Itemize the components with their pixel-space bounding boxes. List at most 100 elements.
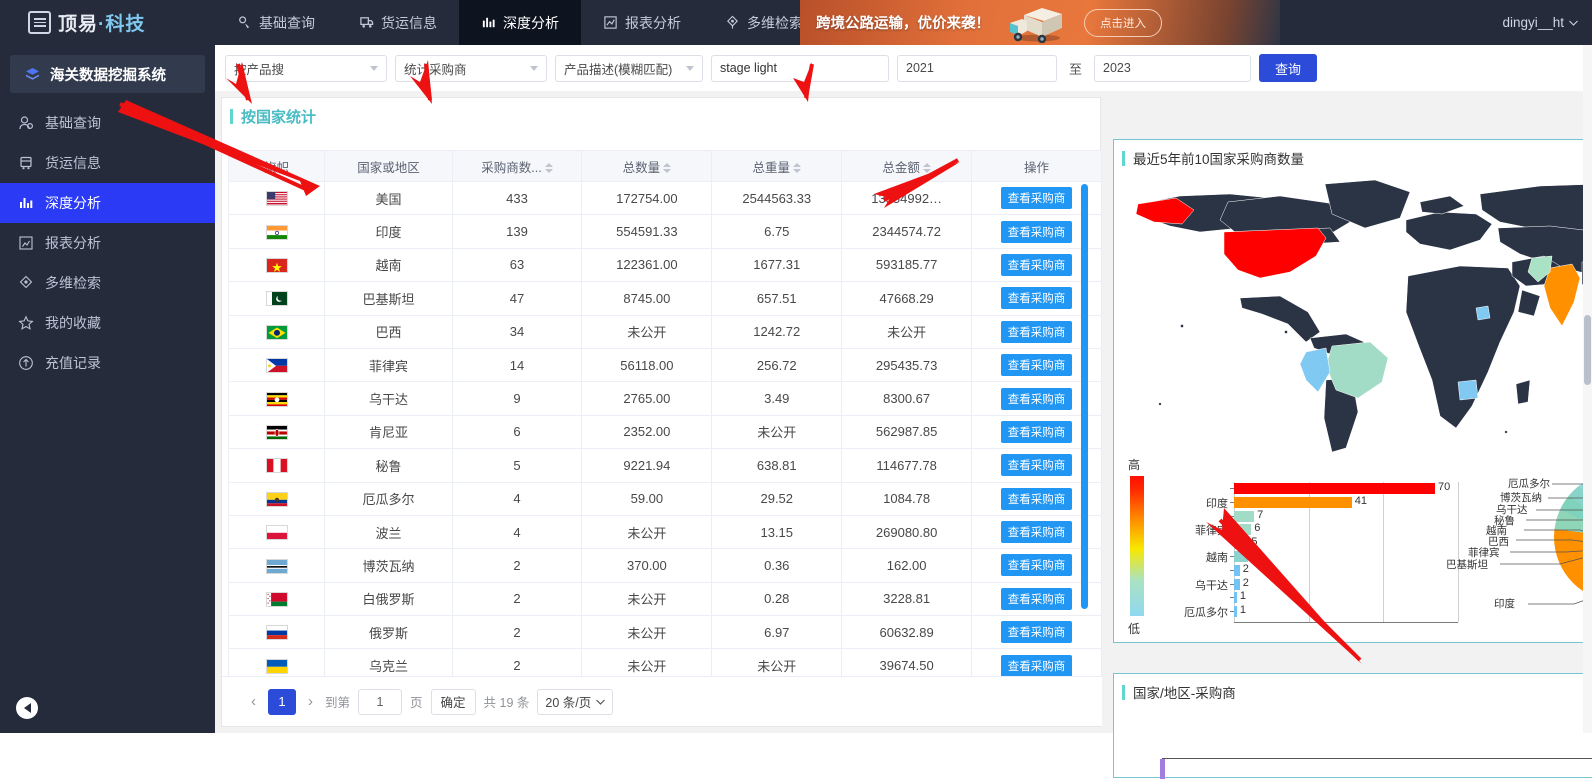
bar-chart-bar-博茨瓦纳[interactable] <box>1234 592 1237 604</box>
gradient-legend-high-label: 高 <box>1128 458 1141 472</box>
bar-chart-bar-菲律宾[interactable] <box>1234 524 1252 536</box>
view-buyers-button[interactable]: 查看采购商 <box>1000 587 1073 610</box>
flag-icon-by <box>265 591 288 607</box>
nav-item-deep-analysis[interactable]: 深度分析 <box>459 0 581 45</box>
view-buyers-button[interactable]: 查看采购商 <box>1000 487 1073 510</box>
bar-chart-bar-巴基斯坦[interactable] <box>1234 510 1255 522</box>
cell-flag <box>228 581 326 617</box>
search-mode-select[interactable]: 按产品搜 <box>225 54 387 82</box>
view-buyers-button[interactable]: 查看采购商 <box>1000 187 1073 210</box>
table-header-6[interactable]: 总金额 <box>841 150 973 182</box>
sidebar-item-deep-analysis[interactable]: 深度分析 <box>0 183 215 223</box>
view-buyers-button[interactable]: 查看采购商 <box>1000 220 1073 243</box>
country-stats-title-label: 按国家统计 <box>241 109 317 126</box>
pagination-next-button[interactable]: › <box>304 693 317 710</box>
page-scrollbar-track[interactable] <box>1583 45 1592 733</box>
world-choropleth-map[interactable] <box>1120 166 1592 456</box>
view-buyers-button[interactable]: 查看采购商 <box>1000 420 1073 443</box>
table-vertical-scrollbar[interactable] <box>1081 184 1088 609</box>
nav-item-basic-query[interactable]: 基础查询 <box>215 0 337 45</box>
table-row[interactable]: 巴西 34 未公开 1242.72 未公开 查看采购商 <box>228 314 1102 349</box>
page-scrollbar-thumb[interactable] <box>1584 315 1591 385</box>
promo-banner[interactable]: 跨境公路运输，优价来袭！ 点击进入 <box>800 0 1280 45</box>
view-buyers-button[interactable]: 查看采购商 <box>1000 253 1073 276</box>
table-row[interactable]: 菲律宾 14 56118.00 256.72 295435.73 查看采购商 <box>228 347 1102 383</box>
sort-arrows-icon[interactable] <box>793 163 802 174</box>
sidebar-collapse-button[interactable] <box>16 697 38 719</box>
table-header-5[interactable]: 总重量 <box>711 150 843 182</box>
view-buyers-button[interactable]: 查看采购商 <box>1000 320 1073 343</box>
bar-chart-bar-乌干达[interactable] <box>1234 578 1240 590</box>
query-button[interactable]: 查询 <box>1259 54 1318 82</box>
view-buyers-button[interactable]: 查看采购商 <box>1000 387 1073 410</box>
view-buyers-button[interactable]: 查看采购商 <box>1000 354 1073 377</box>
cell-flag <box>228 214 326 249</box>
table-row[interactable]: 秘鲁 5 9221.94 638.81 114677.78 查看采购商 <box>228 448 1102 483</box>
bar-chart-bar-厄瓜多尔[interactable] <box>1234 605 1237 617</box>
pagination-jump-input[interactable]: 1 <box>358 688 403 715</box>
bar-chart-bar-巴西[interactable] <box>1234 537 1249 549</box>
year-to-input[interactable]: 2023 <box>1094 54 1252 82</box>
keyword-input[interactable]: stage light <box>711 54 889 82</box>
year-from-input[interactable]: 2021 <box>897 54 1057 82</box>
view-buyers-button[interactable]: 查看采购商 <box>1000 287 1073 310</box>
map-region-us[interactable] <box>1223 227 1327 279</box>
pagination-prev-button[interactable]: ‹ <box>247 693 260 710</box>
sidebar-item-label: 多维检索 <box>45 275 101 291</box>
view-buyers-button[interactable]: 查看采购商 <box>1000 654 1073 677</box>
nav-item-report-analysis[interactable]: 报表分析 <box>581 0 703 45</box>
table-row[interactable]: 波兰 4 未公开 13.15 269080.80 查看采购商 <box>228 514 1102 550</box>
table-row[interactable]: 越南 63 122361.00 1677.31 593185.77 查看采购商 <box>228 247 1102 283</box>
sidebar-item-my-favorites[interactable]: 我的收藏 <box>0 303 215 343</box>
table-row[interactable]: 白俄罗斯 2 未公开 0.28 3228.81 查看采购商 <box>228 581 1102 617</box>
pagination-bar: ‹ 1 › 到第 1 页 确定 共 19 条 20 条/页 <box>222 676 1102 726</box>
bar-chart-bar-越南[interactable] <box>1234 551 1249 563</box>
sidebar-item-label: 深度分析 <box>45 195 101 211</box>
view-buyers-button[interactable]: 查看采购商 <box>1000 521 1073 544</box>
table-scroll-region[interactable]: 旗帜 国家或地区 采购商数... 总数量 总重量 总金额 操作 美国 433 172754.00… <box>228 150 1102 728</box>
bar-chart-bar-秘鲁[interactable] <box>1234 564 1240 576</box>
cell-country: 波兰 <box>324 514 453 550</box>
table-row[interactable]: 俄罗斯 2 未公开 6.97 60632.89 查看采购商 <box>228 615 1102 650</box>
table-row[interactable]: 博茨瓦纳 2 370.00 0.36 162.00 查看采购商 <box>228 548 1102 583</box>
view-buyers-button[interactable]: 查看采购商 <box>1000 454 1073 477</box>
map-region-ug[interactable] <box>1475 305 1491 321</box>
bottom-chart-bar[interactable] <box>1160 759 1165 779</box>
view-buyers-button[interactable]: 查看采购商 <box>1000 554 1073 577</box>
sidebar-item-shipping-info[interactable]: 货运信息 <box>0 143 215 183</box>
view-buyers-button[interactable]: 查看采购商 <box>1000 621 1073 644</box>
table-row[interactable]: 乌干达 9 2765.00 3.49 8300.67 查看采购商 <box>228 381 1102 416</box>
table-header-3[interactable]: 采购商数... <box>451 150 583 182</box>
bar-chart-bar-印度[interactable] <box>1234 496 1352 508</box>
sidebar-item-report-analysis[interactable]: 报表分析 <box>0 223 215 263</box>
sidebar-item-multi-dimension[interactable]: 多维检索 <box>0 263 215 303</box>
promo-enter-button[interactable]: 点击进入 <box>1084 8 1162 37</box>
cell-total-amount: 8300.67 <box>841 381 973 416</box>
pagination-page-1[interactable]: 1 <box>268 688 296 715</box>
map-region-in[interactable] <box>1543 263 1581 327</box>
stat-type-select[interactable]: 统计采购商 <box>395 54 547 82</box>
brand-logo[interactable]: 顶易·科技 <box>0 0 215 45</box>
cell-country: 博茨瓦纳 <box>324 548 453 583</box>
cell-total-weight: 29.52 <box>711 481 843 516</box>
sort-arrows-icon[interactable] <box>544 163 553 174</box>
map-region-bw[interactable] <box>1457 379 1479 401</box>
table-row[interactable]: 印度 139 554591.33 6.75 2344574.72 查看采购商 <box>228 214 1102 249</box>
sidebar-item-label: 充值记录 <box>45 355 101 371</box>
flag-icon-ke <box>265 424 288 440</box>
table-row[interactable]: 巴基斯坦 47 8745.00 657.51 47668.29 查看采购商 <box>228 281 1102 316</box>
bar-chart-bar-美国[interactable] <box>1234 483 1436 495</box>
pagination-page-size-select[interactable]: 20 条/页 <box>537 688 614 715</box>
pagination-confirm-button[interactable]: 确定 <box>430 688 476 715</box>
table-row[interactable]: 厄瓜多尔 4 59.00 29.52 1084.78 查看采购商 <box>228 481 1102 516</box>
sidebar-item-recharge-records[interactable]: 充值记录 <box>0 343 215 383</box>
sort-arrows-icon[interactable] <box>663 163 672 174</box>
table-row[interactable]: 美国 433 172754.00 2544563.33 13354992… 查看采购商 <box>228 180 1102 216</box>
sidebar-item-basic-query[interactable]: 基础查询 <box>0 103 215 143</box>
table-row[interactable]: 肯尼亚 6 2352.00 未公开 562987.85 查看采购商 <box>228 414 1102 450</box>
sort-arrows-icon[interactable] <box>922 163 931 174</box>
table-header-4[interactable]: 总数量 <box>581 150 713 182</box>
user-menu[interactable]: dingyi__ht <box>1502 0 1578 45</box>
field-type-select[interactable]: 产品描述(模糊匹配) <box>555 54 703 82</box>
nav-item-shipping-info[interactable]: 货运信息 <box>337 0 459 45</box>
